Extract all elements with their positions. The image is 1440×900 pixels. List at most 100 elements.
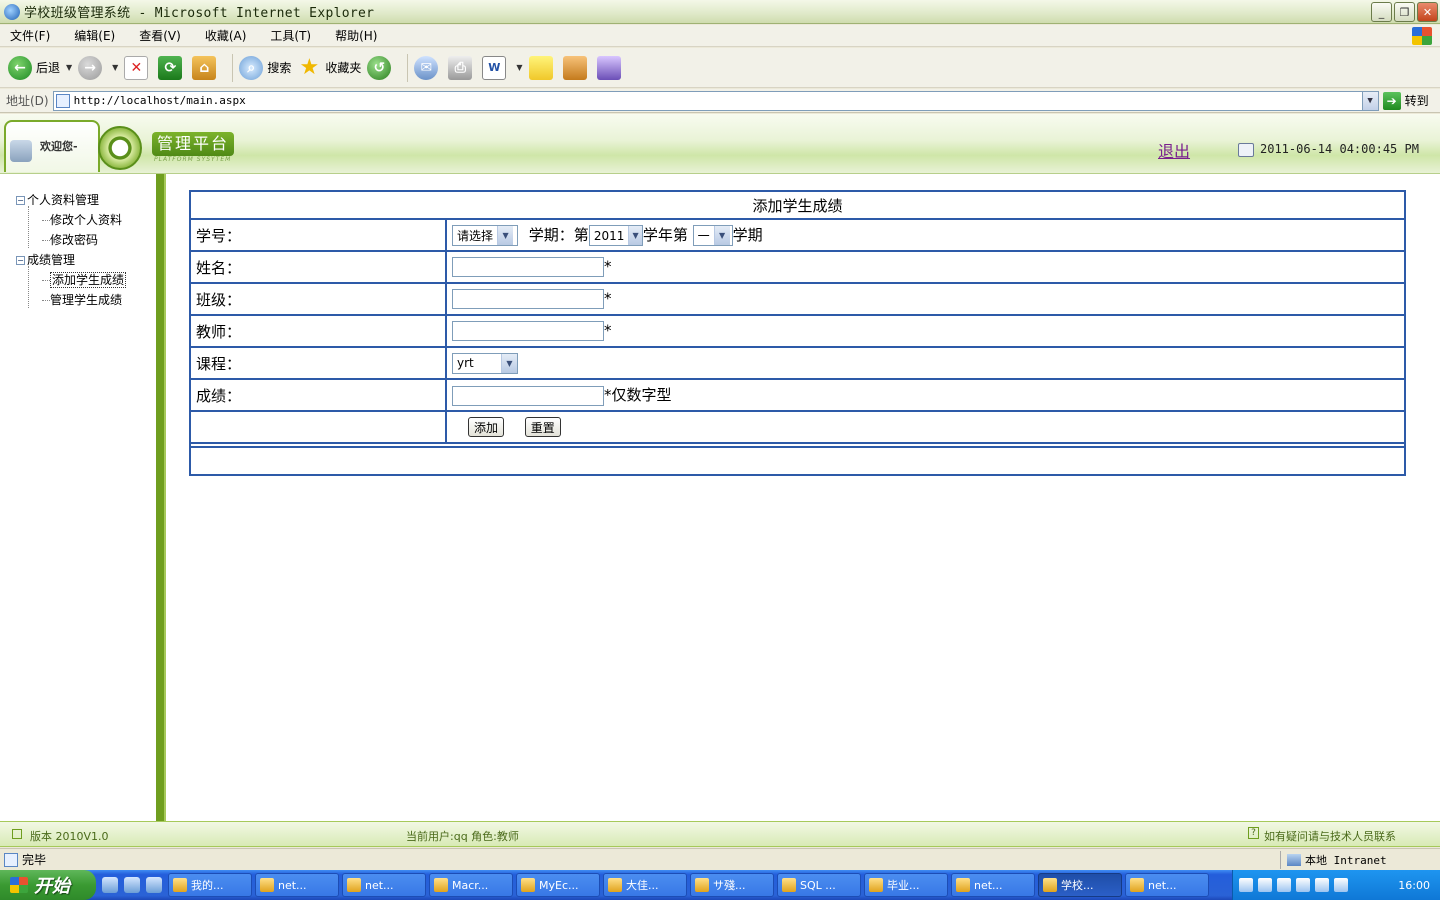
taskbar-item[interactable]: サ殘... [690, 873, 774, 897]
menu-tools[interactable]: 工具(T) [266, 26, 315, 45]
start-button[interactable]: 开始 [0, 870, 96, 900]
page-header: 欢迎您- 管理平台 PLATFORM SYSYTEM 退出 2011-06-14… [0, 114, 1440, 174]
favorites-button[interactable]: ★ 收藏夹 [297, 55, 361, 80]
course-select[interactable]: yrt ▼ [452, 352, 518, 374]
chevron-down-icon: ▼ [497, 226, 514, 245]
add-button[interactable]: 添加 [468, 417, 505, 437]
tray-clock[interactable]: 16:00 [1398, 879, 1430, 892]
logo-icon [98, 126, 142, 170]
taskbar-item[interactable]: Macr... [429, 873, 513, 897]
collapse-icon[interactable]: − [16, 255, 25, 265]
tree-item-label[interactable]: 管理学生成绩 [50, 293, 122, 307]
tray-expand-icon[interactable] [1258, 878, 1272, 892]
edit-button[interactable]: W [482, 55, 510, 80]
go-arrow-icon: ➔ [1382, 91, 1401, 110]
tree-item-edit-profile[interactable]: 修改个人资料 [16, 210, 126, 230]
task-label: net... [365, 878, 394, 892]
quick-launch-icon[interactable] [146, 877, 162, 893]
print-button[interactable]: ⎙ [448, 55, 476, 80]
tree-item-label[interactable]: 修改密码 [50, 233, 98, 247]
reset-button[interactable]: 重置 [524, 417, 561, 437]
logo-subtitle: PLATFORM SYSYTEM [154, 156, 232, 163]
tree-item-label[interactable]: 添加学生成绩 [50, 272, 127, 288]
tree-group-label[interactable]: 个人资料管理 [27, 190, 99, 210]
tree-item-manage-scores[interactable]: 管理学生成绩 [16, 290, 126, 310]
chevron-down-icon: ▼ [628, 226, 642, 245]
book-icon [562, 55, 587, 80]
back-button[interactable]: ← 后退 [8, 55, 60, 80]
quick-launch-icon[interactable] [102, 877, 118, 893]
browser-toolbar: ← 后退 ▼ → ▼ ✕ ⟳ ⌂ ⌕ 搜索 ★ 收藏夹 ↺ ✉ ⎙ W ▼ [0, 48, 1440, 88]
taskbar-item[interactable]: net... [951, 873, 1035, 897]
form-row-teacher: 教师： * [189, 314, 1406, 348]
taskbar-item[interactable]: 我的... [168, 873, 252, 897]
research-button[interactable] [562, 55, 591, 80]
taskbar-item[interactable]: net... [255, 873, 339, 897]
collapse-icon[interactable]: − [16, 195, 25, 205]
teacher-input[interactable] [452, 321, 604, 341]
tree-group-profile[interactable]: − 个人资料管理 [16, 190, 126, 210]
antivirus-icon[interactable] [1334, 878, 1348, 892]
forward-dropdown-icon[interactable]: ▼ [112, 63, 118, 72]
stop-button[interactable]: ✕ [124, 55, 152, 80]
logout-link[interactable]: 退出 [1158, 138, 1190, 162]
term-select[interactable]: 一 ▼ [692, 225, 733, 246]
menu-favorites[interactable]: 收藏(A) [201, 26, 251, 45]
security-zone[interactable]: 本地 Intranet [1280, 851, 1387, 869]
refresh-button[interactable]: ⟳ [158, 55, 186, 80]
taskbar-item[interactable]: net... [1125, 873, 1209, 897]
taskbar-item[interactable]: 大佳... [603, 873, 687, 897]
menu-file[interactable]: 文件(F) [6, 26, 54, 45]
address-bar: 地址(D) http://localhost/main.aspx ▼ ➔ 转到 [0, 89, 1440, 113]
tree-item-add-score[interactable]: 添加学生成绩 [16, 270, 127, 290]
mail-button[interactable]: ✉ [414, 55, 442, 80]
quick-launch-icon[interactable] [124, 877, 140, 893]
task-label: SQL ... [800, 878, 836, 892]
forward-button[interactable]: → [78, 55, 106, 80]
menu-help[interactable]: 帮助(H) [331, 26, 381, 45]
minimize-icon[interactable]: _ [1371, 2, 1392, 22]
tree-group-scores[interactable]: − 成绩管理 [16, 250, 126, 270]
go-button[interactable]: ➔ 转到 [1382, 91, 1429, 110]
score-input[interactable] [452, 385, 604, 406]
restore-icon[interactable]: ❐ [1394, 2, 1415, 22]
status-done: 完毕 [4, 851, 46, 868]
shield-icon[interactable] [1315, 878, 1329, 892]
menu-view[interactable]: 查看(V) [135, 26, 185, 45]
name-input[interactable] [452, 257, 604, 277]
year-select[interactable]: 2011 ▼ [588, 225, 643, 246]
search-button[interactable]: ⌕ 搜索 [239, 55, 291, 80]
menu-edit[interactable]: 编辑(E) [70, 26, 119, 45]
address-dropdown-icon[interactable]: ▼ [1361, 91, 1378, 110]
address-input[interactable]: http://localhost/main.aspx ▼ [52, 90, 1379, 111]
version-text: 版本 2010V1.0 [30, 830, 109, 843]
volume-icon[interactable] [1296, 878, 1310, 892]
class-input[interactable] [452, 289, 604, 309]
taskbar-item[interactable]: net... [342, 873, 426, 897]
close-icon[interactable]: ✕ [1417, 2, 1438, 22]
address-url[interactable]: http://localhost/main.aspx [74, 94, 246, 107]
edit-dropdown-icon[interactable]: ▼ [516, 63, 522, 72]
student-id-select[interactable]: 请选择 ▼ [452, 225, 518, 246]
keyboard-icon[interactable] [1239, 878, 1253, 892]
tree-group-label[interactable]: 成绩管理 [27, 250, 75, 270]
window-title: 学校班级管理系统 - Microsoft Internet Explorer [24, 6, 375, 21]
student-id-cell: 请选择 ▼ 学期：第 2011 ▼ 学年第 一 ▼ 学期 [445, 218, 1406, 252]
back-dropdown-icon[interactable]: ▼ [66, 63, 72, 72]
taskbar-item[interactable]: SQL ... [777, 873, 861, 897]
messenger-button[interactable] [596, 55, 625, 80]
home-button[interactable]: ⌂ [192, 55, 220, 80]
form-row-score: 成绩： *仅数字型 [189, 378, 1406, 412]
current-datetime: 2011-06-14 04:00:45 PM [1260, 142, 1419, 156]
form-row-class: 班级： * [189, 282, 1406, 316]
task-label: Macr... [452, 878, 489, 892]
taskbar-item[interactable]: MyEc... [516, 873, 600, 897]
notes-button[interactable] [528, 55, 557, 80]
taskbar-item-active[interactable]: 学校... [1038, 873, 1122, 897]
tree-item-label[interactable]: 修改个人资料 [50, 213, 122, 227]
user-icon [10, 140, 32, 162]
tree-item-change-password[interactable]: 修改密码 [16, 230, 126, 250]
taskbar-item[interactable]: 毕业... [864, 873, 948, 897]
network-icon[interactable] [1277, 878, 1291, 892]
history-button[interactable]: ↺ [367, 55, 395, 80]
